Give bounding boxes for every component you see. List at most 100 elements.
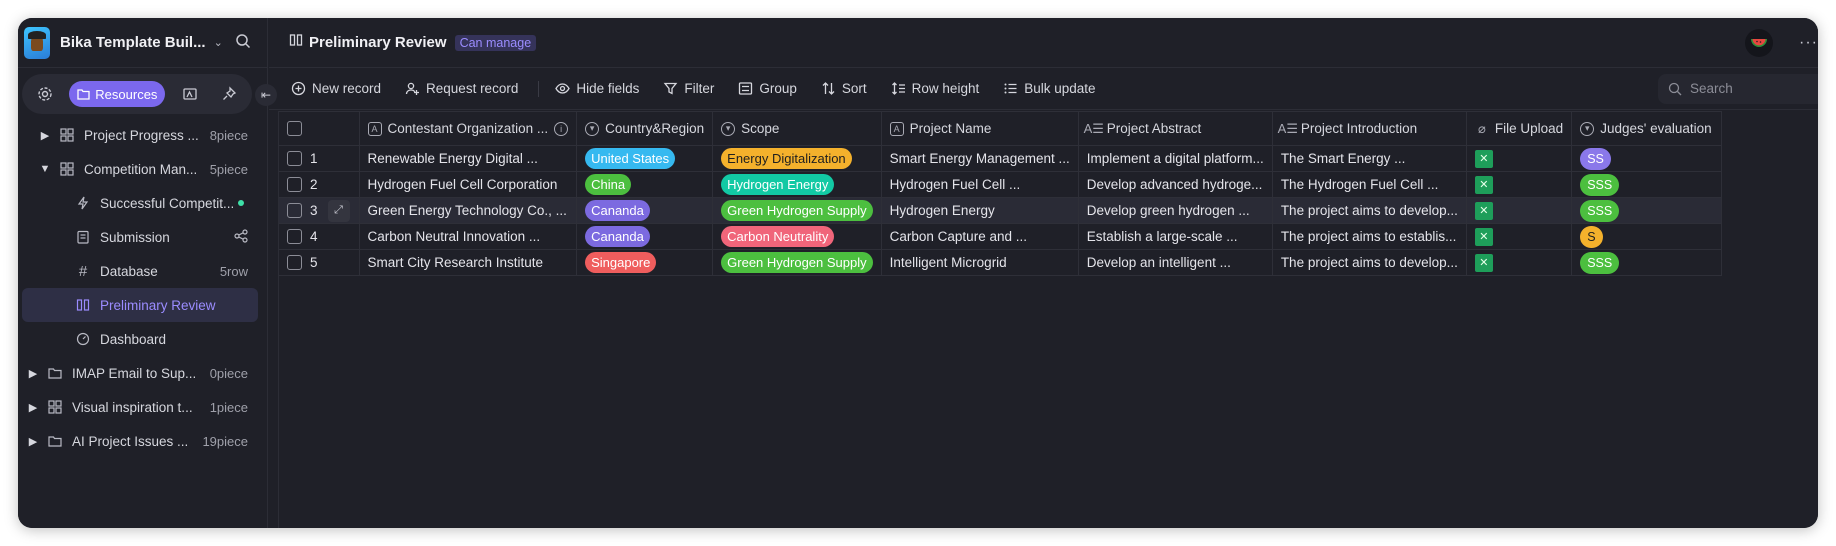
collapse-arrow-icon[interactable]: ▼ [38, 163, 52, 175]
project-name-cell[interactable]: Hydrogen Energy [881, 197, 1079, 224]
search-input[interactable]: Search [1658, 73, 1818, 104]
column-header[interactable]: A Contestant Organization ... i [359, 111, 578, 146]
abstract-cell[interactable]: Implement a digital platform... [1078, 145, 1273, 172]
country-cell[interactable]: Singapore [576, 249, 714, 276]
table-row[interactable]: 1 Renewable Energy Digital ... United St… [279, 145, 1723, 172]
group-button[interactable]: Group [728, 75, 807, 103]
tree-item-visual-inspiration[interactable]: ▶ Visual inspiration t... 1piece [18, 390, 268, 424]
new-record-button[interactable]: New record [281, 75, 391, 103]
collapse-sidebar-icon[interactable]: ⇤ [255, 84, 277, 106]
excel-file-icon[interactable]: ✕ [1474, 227, 1493, 246]
table-row[interactable]: 2 Hydrogen Fuel Cell Corporation China H… [279, 171, 1723, 198]
evaluation-cell[interactable]: S [1571, 223, 1723, 250]
expand-record-icon[interactable]: ⤢ [327, 199, 350, 222]
row-checkbox[interactable] [287, 255, 302, 271]
row-height-button[interactable]: Row height [881, 75, 990, 103]
column-header[interactable]: ▾ Country&Region [576, 111, 714, 146]
org-cell[interactable]: Smart City Research Institute [359, 249, 578, 276]
info-icon[interactable]: i [554, 121, 569, 136]
table-row[interactable]: 3 ⤢ Green Energy Technology Co., ... Cana… [279, 197, 1723, 224]
scope-cell[interactable]: Green Hydrogen Supply [712, 249, 882, 276]
evaluation-cell[interactable]: SSS [1571, 249, 1723, 276]
excel-file-icon[interactable]: ✕ [1474, 175, 1493, 194]
country-cell[interactable]: Cananda [576, 223, 714, 250]
filter-button[interactable]: Filter [653, 75, 724, 103]
file-upload-cell[interactable]: ✕ [1466, 171, 1573, 198]
tree-item-imap-email[interactable]: ▶ IMAP Email to Sup... 0piece [18, 356, 268, 390]
evaluation-cell[interactable]: SSS [1571, 197, 1723, 224]
expand-arrow-icon[interactable]: ▶ [26, 367, 40, 380]
project-name-cell[interactable]: Carbon Capture and ... [881, 223, 1079, 250]
hide-fields-button[interactable]: Hide fields [545, 75, 649, 103]
file-upload-cell[interactable]: ✕ [1466, 145, 1573, 172]
org-cell[interactable]: Hydrogen Fuel Cell Corporation [359, 171, 578, 198]
bulk-update-button[interactable]: Bulk update [993, 75, 1105, 103]
column-header[interactable]: A Project Name [881, 111, 1079, 146]
tree-item-database[interactable]: # Database 5row [18, 254, 268, 288]
scope-cell[interactable]: Hydrogen Energy [712, 171, 882, 198]
more-options-icon[interactable]: ··· [1799, 34, 1818, 52]
evaluation-cell[interactable]: SSS [1571, 171, 1723, 198]
project-name-cell[interactable]: Hydrogen Fuel Cell ... [881, 171, 1079, 198]
tree-item-submission[interactable]: Submission [18, 220, 268, 254]
excel-file-icon[interactable]: ✕ [1474, 201, 1493, 220]
file-upload-cell[interactable]: ✕ [1466, 223, 1573, 250]
row-checkbox[interactable] [287, 151, 302, 167]
tree-item-dashboard[interactable]: Dashboard [18, 322, 268, 356]
column-header[interactable]: ⌀ File Upload [1466, 111, 1573, 146]
excel-file-icon[interactable]: ✕ [1474, 253, 1493, 272]
file-upload-cell[interactable]: ✕ [1466, 197, 1573, 224]
expand-arrow-icon[interactable]: ▶ [26, 401, 40, 414]
project-name-cell[interactable]: Smart Energy Management ... [881, 145, 1079, 172]
sort-button[interactable]: Sort [811, 75, 877, 103]
search-icon[interactable] [235, 33, 255, 53]
row-checkbox[interactable] [287, 177, 302, 193]
space-title[interactable]: Bika Template Buil... [60, 34, 206, 51]
org-cell[interactable]: Carbon Neutral Innovation ... [359, 223, 578, 250]
column-header[interactable]: ▾ Scope [712, 111, 882, 146]
scope-cell[interactable]: Green Hydrogen Supply [712, 197, 882, 224]
intro-cell[interactable]: The Hydrogen Fuel Cell ... [1272, 171, 1467, 198]
abstract-cell[interactable]: Develop green hydrogen ... [1078, 197, 1273, 224]
pin-icon[interactable] [215, 80, 244, 108]
abstract-cell[interactable]: Establish a large-scale ... [1078, 223, 1273, 250]
intro-cell[interactable]: The Smart Energy ... [1272, 145, 1467, 172]
country-cell[interactable]: China [576, 171, 714, 198]
request-record-button[interactable]: Request record [395, 75, 528, 103]
page-title[interactable]: Preliminary Review [309, 34, 447, 51]
expand-arrow-icon[interactable]: ▶ [38, 129, 52, 142]
tree-item-project-progress[interactable]: ▶ Project Progress ... 8piece [18, 118, 268, 152]
country-cell[interactable]: Cananda [576, 197, 714, 224]
column-header[interactable]: A☰ Project Introduction [1272, 111, 1467, 146]
intro-cell[interactable]: The project aims to establis... [1272, 223, 1467, 250]
table-row[interactable]: 5 Smart City Research Institute Singapor… [279, 249, 1723, 276]
row-checkbox[interactable] [287, 203, 302, 218]
gear-icon[interactable] [30, 80, 59, 108]
evaluation-cell[interactable]: SS [1571, 145, 1723, 172]
intro-cell[interactable]: The project aims to develop... [1272, 197, 1467, 224]
row-checkbox[interactable] [287, 229, 302, 245]
table-row[interactable]: 4 Carbon Neutral Innovation ... Cananda … [279, 223, 1723, 250]
expand-arrow-icon[interactable]: ▶ [26, 435, 40, 448]
share-icon[interactable] [234, 228, 248, 246]
tree-item-competition[interactable]: ▼ Competition Man... 5piece [18, 152, 268, 186]
select-all-checkbox[interactable] [287, 121, 302, 137]
column-header[interactable]: A☰ Project Abstract [1078, 111, 1273, 146]
org-cell[interactable]: Renewable Energy Digital ... [359, 145, 578, 172]
tab-resources[interactable]: Resources [69, 81, 166, 107]
org-cell[interactable]: Green Energy Technology Co., ... [359, 197, 578, 224]
abstract-cell[interactable]: Develop an intelligent ... [1078, 249, 1273, 276]
chevron-down-icon[interactable]: ⌄ [214, 36, 223, 49]
file-upload-cell[interactable]: ✕ [1466, 249, 1573, 276]
tree-item-preliminary-review[interactable]: Preliminary Review [22, 288, 258, 322]
excel-file-icon[interactable]: ✕ [1474, 149, 1493, 168]
project-name-cell[interactable]: Intelligent Microgrid [881, 249, 1079, 276]
contacts-icon[interactable] [175, 80, 204, 108]
country-cell[interactable]: United States [576, 145, 714, 172]
tree-item-ai-project-issues[interactable]: ▶ AI Project Issues ... 19piece [18, 424, 268, 458]
avatar[interactable] [1745, 28, 1774, 57]
intro-cell[interactable]: The project aims to develop... [1272, 249, 1467, 276]
column-header[interactable]: ▾ Judges' evaluation [1571, 111, 1723, 146]
scope-cell[interactable]: Carbon Neutrality [712, 223, 882, 250]
abstract-cell[interactable]: Develop advanced hydroge... [1078, 171, 1273, 198]
